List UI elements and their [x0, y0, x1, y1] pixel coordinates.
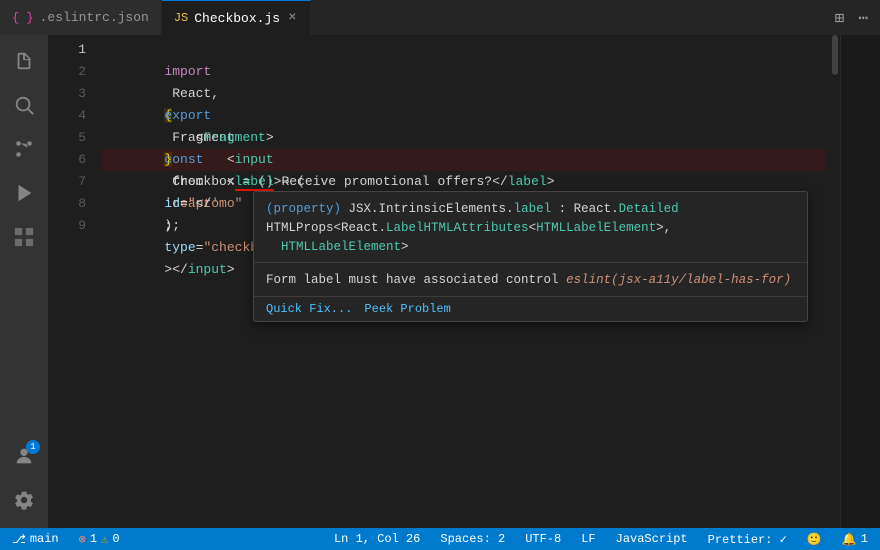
line-number-4: 4: [48, 105, 98, 127]
tab-eslintrc[interactable]: { } .eslintrc.json: [0, 0, 162, 35]
activity-settings-icon[interactable]: [4, 480, 44, 520]
encoding-label: UTF-8: [525, 532, 561, 546]
token-import: import: [164, 64, 211, 79]
status-spaces[interactable]: Spaces: 2: [436, 528, 509, 550]
line-number-9: 9: [48, 215, 98, 237]
error-icon: ⊗: [79, 532, 86, 547]
tab-checkbox[interactable]: JS Checkbox.js ×: [162, 0, 312, 35]
line-number-3: 3: [48, 83, 98, 105]
scrollbar-thumb[interactable]: [832, 35, 838, 75]
line-number-1: 1: [48, 39, 98, 61]
tab-label-checkbox: Checkbox.js: [194, 11, 280, 26]
more-actions-button[interactable]: ⋯: [854, 6, 872, 30]
tooltip-property-text3: HTMLLabelElement>: [266, 238, 795, 257]
tab-group: { } .eslintrc.json JS Checkbox.js ×: [0, 0, 311, 35]
activity-bar: 1: [0, 35, 48, 528]
line-number-5: 5: [48, 127, 98, 149]
activity-files-icon[interactable]: [4, 41, 44, 81]
title-bar: { } .eslintrc.json JS Checkbox.js × ⊞ ⋯: [0, 0, 880, 35]
activity-account-icon[interactable]: 1: [4, 436, 44, 476]
git-branch-label: main: [30, 532, 59, 546]
tooltip-box: (property) JSX.IntrinsicElements.label :…: [253, 191, 808, 322]
error-token-label: label: [235, 174, 274, 191]
error-count: 1: [90, 532, 97, 546]
scrollbar-track[interactable]: [826, 35, 840, 528]
line-number-6: 6: [48, 149, 98, 171]
tooltip-error-text: Form label must have associated control …: [266, 271, 795, 290]
git-branch-icon: ⎇: [12, 532, 26, 547]
line-number-gutter: 1 2 3 4 5 6 7 8 9: [48, 35, 98, 528]
editor-area: 1 2 3 4 5 6 7 8 9 import React, { Fragme…: [48, 35, 880, 528]
editor-layout-button[interactable]: ⊞: [831, 6, 849, 30]
status-line-ending[interactable]: LF: [577, 528, 599, 550]
tooltip-actions: Quick Fix... Peek Problem: [254, 297, 807, 321]
line-number-8: 8: [48, 193, 98, 215]
activity-extensions-icon[interactable]: [4, 217, 44, 257]
activity-bar-bottom: 1: [4, 436, 44, 528]
notification-count: 1: [861, 532, 868, 546]
line-number-2: 2: [48, 61, 98, 83]
tab-label-eslintrc: .eslintrc.json: [40, 10, 149, 25]
quick-fix-button[interactable]: Quick Fix...: [266, 302, 352, 316]
main-layout: 1 1 2 3 4 5 6 7 8 9 import React,: [0, 35, 880, 528]
emoji-icon: 🙂: [807, 532, 822, 547]
status-errors[interactable]: ⊗ 1 ⚠ 0: [75, 528, 124, 550]
json-file-icon: { }: [12, 11, 34, 25]
status-encoding[interactable]: UTF-8: [521, 528, 565, 550]
status-notification[interactable]: 🔔 1: [838, 528, 872, 550]
spaces-label: Spaces: 2: [440, 532, 505, 546]
status-git-branch[interactable]: ⎇ main: [8, 528, 63, 550]
activity-search-icon[interactable]: [4, 85, 44, 125]
notification-icon: 🔔: [842, 532, 857, 547]
tooltip-property-text2: HTMLProps<React.LabelHTMLAttributes<HTML…: [266, 219, 795, 238]
status-formatter[interactable]: Prettier: ✓: [704, 528, 791, 550]
status-bar: ⎇ main ⊗ 1 ⚠ 0 Ln 1, Col 26 Spaces: 2 UT…: [0, 528, 880, 550]
tooltip-container: (property) JSX.IntrinsicElements.label :…: [253, 191, 808, 322]
tooltip-error-code: eslint(jsx-a11y/label-has-for): [566, 273, 791, 287]
status-emoji[interactable]: 🙂: [803, 528, 826, 550]
minimap[interactable]: [840, 35, 880, 528]
position-label: Ln 1, Col 26: [334, 532, 420, 546]
line-number-7: 7: [48, 171, 98, 193]
title-bar-actions: ⊞ ⋯: [823, 6, 880, 30]
tab-close-button[interactable]: ×: [286, 8, 298, 28]
code-line-1: import React, { Fragment } from 'react' …: [102, 39, 826, 61]
tooltip-property-section: (property) JSX.IntrinsicElements.label :…: [254, 192, 807, 263]
status-position[interactable]: Ln 1, Col 26: [330, 528, 424, 550]
account-badge: 1: [26, 440, 40, 454]
tooltip-error-section: Form label must have associated control …: [254, 263, 807, 297]
status-language[interactable]: JavaScript: [612, 528, 692, 550]
code-editor[interactable]: import React, { Fragment } from 'react' …: [98, 35, 826, 528]
js-file-icon: JS: [174, 11, 188, 25]
warning-icon: ⚠: [101, 532, 108, 547]
activity-source-control-icon[interactable]: [4, 129, 44, 169]
language-label: JavaScript: [616, 532, 688, 546]
formatter-label: Prettier: ✓: [708, 532, 787, 547]
line-ending-label: LF: [581, 532, 595, 546]
activity-run-icon[interactable]: [4, 173, 44, 213]
warning-count: 0: [112, 532, 119, 546]
tooltip-property-text: (property) JSX.IntrinsicElements.label :…: [266, 200, 795, 219]
peek-problem-button[interactable]: Peek Problem: [364, 302, 450, 316]
